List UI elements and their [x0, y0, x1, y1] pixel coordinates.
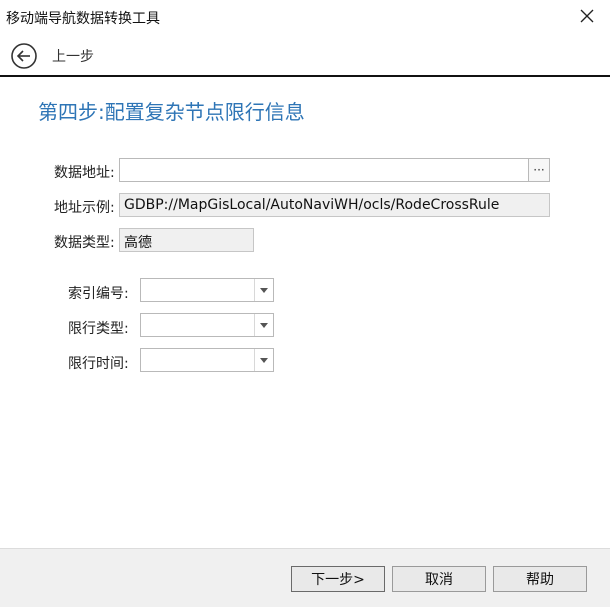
browse-button[interactable]: ···: [528, 158, 550, 182]
back-bar: 上一步: [0, 34, 610, 76]
index-number-label: 索引编号:: [68, 286, 129, 302]
window-title: 移动端导航数据转换工具: [6, 11, 160, 27]
restriction-time-select[interactable]: [140, 348, 274, 372]
dropdown-arrow[interactable]: [254, 279, 273, 301]
title-bar: 移动端导航数据转换工具: [0, 0, 610, 34]
header-divider: [0, 75, 610, 77]
close-icon: [580, 9, 594, 23]
cancel-button[interactable]: 取消: [392, 566, 486, 592]
restriction-type-label: 限行类型:: [68, 321, 129, 337]
chevron-down-icon: [260, 322, 268, 328]
restriction-type-select[interactable]: [140, 313, 274, 337]
chevron-down-icon: [260, 287, 268, 293]
data-address-label: 数据地址:: [54, 165, 115, 181]
footer-bar: 下一步> 取消 帮助: [0, 548, 610, 607]
dropdown-arrow[interactable]: [254, 349, 273, 371]
data-address-input[interactable]: [119, 158, 529, 182]
next-button[interactable]: 下一步>: [291, 566, 385, 592]
circle-arrow-left-icon: [11, 43, 37, 69]
data-type-field: 高德: [119, 228, 254, 252]
back-label[interactable]: 上一步: [52, 46, 94, 66]
help-button[interactable]: 帮助: [493, 566, 587, 592]
chevron-down-icon: [260, 357, 268, 363]
restriction-time-label: 限行时间:: [68, 356, 129, 372]
address-example-field: GDBP://MapGisLocal/AutoNaviWH/ocls/RodeC…: [119, 193, 550, 217]
address-example-label: 地址示例:: [54, 200, 115, 216]
dropdown-arrow[interactable]: [254, 314, 273, 336]
close-button[interactable]: [574, 4, 600, 28]
step-title: 第四步:配置复杂节点限行信息: [38, 100, 305, 124]
back-button[interactable]: [10, 42, 38, 70]
data-type-label: 数据类型:: [54, 235, 115, 251]
index-number-select[interactable]: [140, 278, 274, 302]
